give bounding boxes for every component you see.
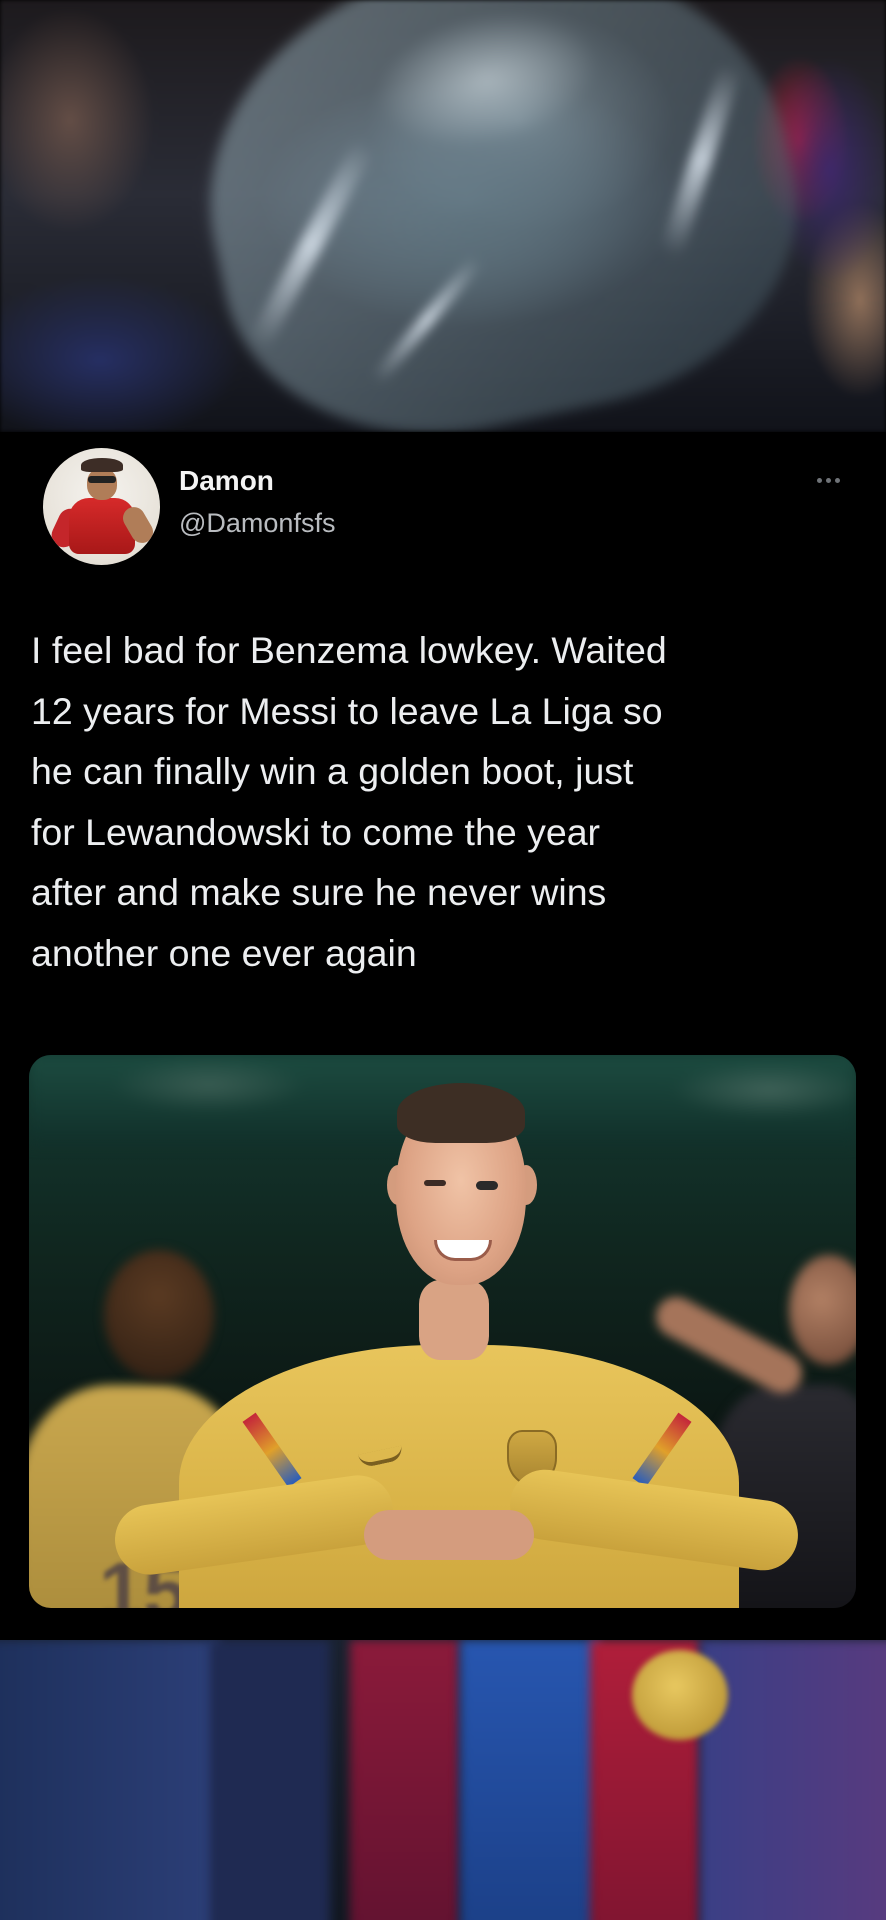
avatar[interactable] [43, 448, 160, 565]
avatar-detail [87, 468, 117, 500]
tweet-text-line: I feel bad for Benzema lowkey. Waited [31, 629, 667, 671]
player-eye [476, 1181, 498, 1190]
tweet-text-line: another one ever again [31, 931, 417, 974]
player-hands [364, 1510, 534, 1560]
background-band [700, 1640, 886, 1920]
player-eye [424, 1180, 446, 1186]
tweet-text-line: for Lewandowski to come the year [31, 810, 601, 853]
background-band [460, 1640, 600, 1920]
author-handle[interactable]: @Damonfsfs [179, 508, 335, 539]
avatar-detail [81, 458, 123, 472]
more-horizontal-icon [834, 477, 840, 483]
background-band [0, 1640, 220, 1920]
author-name[interactable]: Damon [179, 465, 274, 497]
player-neck [419, 1280, 489, 1360]
player-jersey [179, 1345, 739, 1608]
tweet-text: I feel bad for Benzema lowkey. Waited 12… [31, 620, 871, 984]
more-horizontal-icon [825, 477, 831, 483]
background-image-bottom [0, 1640, 886, 1920]
background-band [350, 1640, 460, 1920]
background-image-top [0, 0, 886, 432]
more-horizontal-icon [816, 477, 822, 483]
tweet-media-image[interactable]: 15 [29, 1055, 856, 1608]
background-player [648, 1289, 810, 1401]
more-options-button[interactable] [808, 470, 848, 490]
background-player [789, 1255, 856, 1365]
tweet-card: Damon @Damonfsfs I feel bad for Benzema … [0, 432, 886, 1640]
tweet-text-line: he can finally win a golden boot, just [31, 750, 634, 793]
player-hair [397, 1083, 525, 1143]
background-player [104, 1250, 214, 1380]
medal-shape [632, 1650, 728, 1740]
avatar-detail [88, 476, 116, 483]
background-band [210, 1640, 330, 1920]
tweet-text-line: after and make sure he never wins [31, 871, 607, 914]
tweet-text-line: 12 years for Messi to leave La Liga so [31, 689, 663, 732]
